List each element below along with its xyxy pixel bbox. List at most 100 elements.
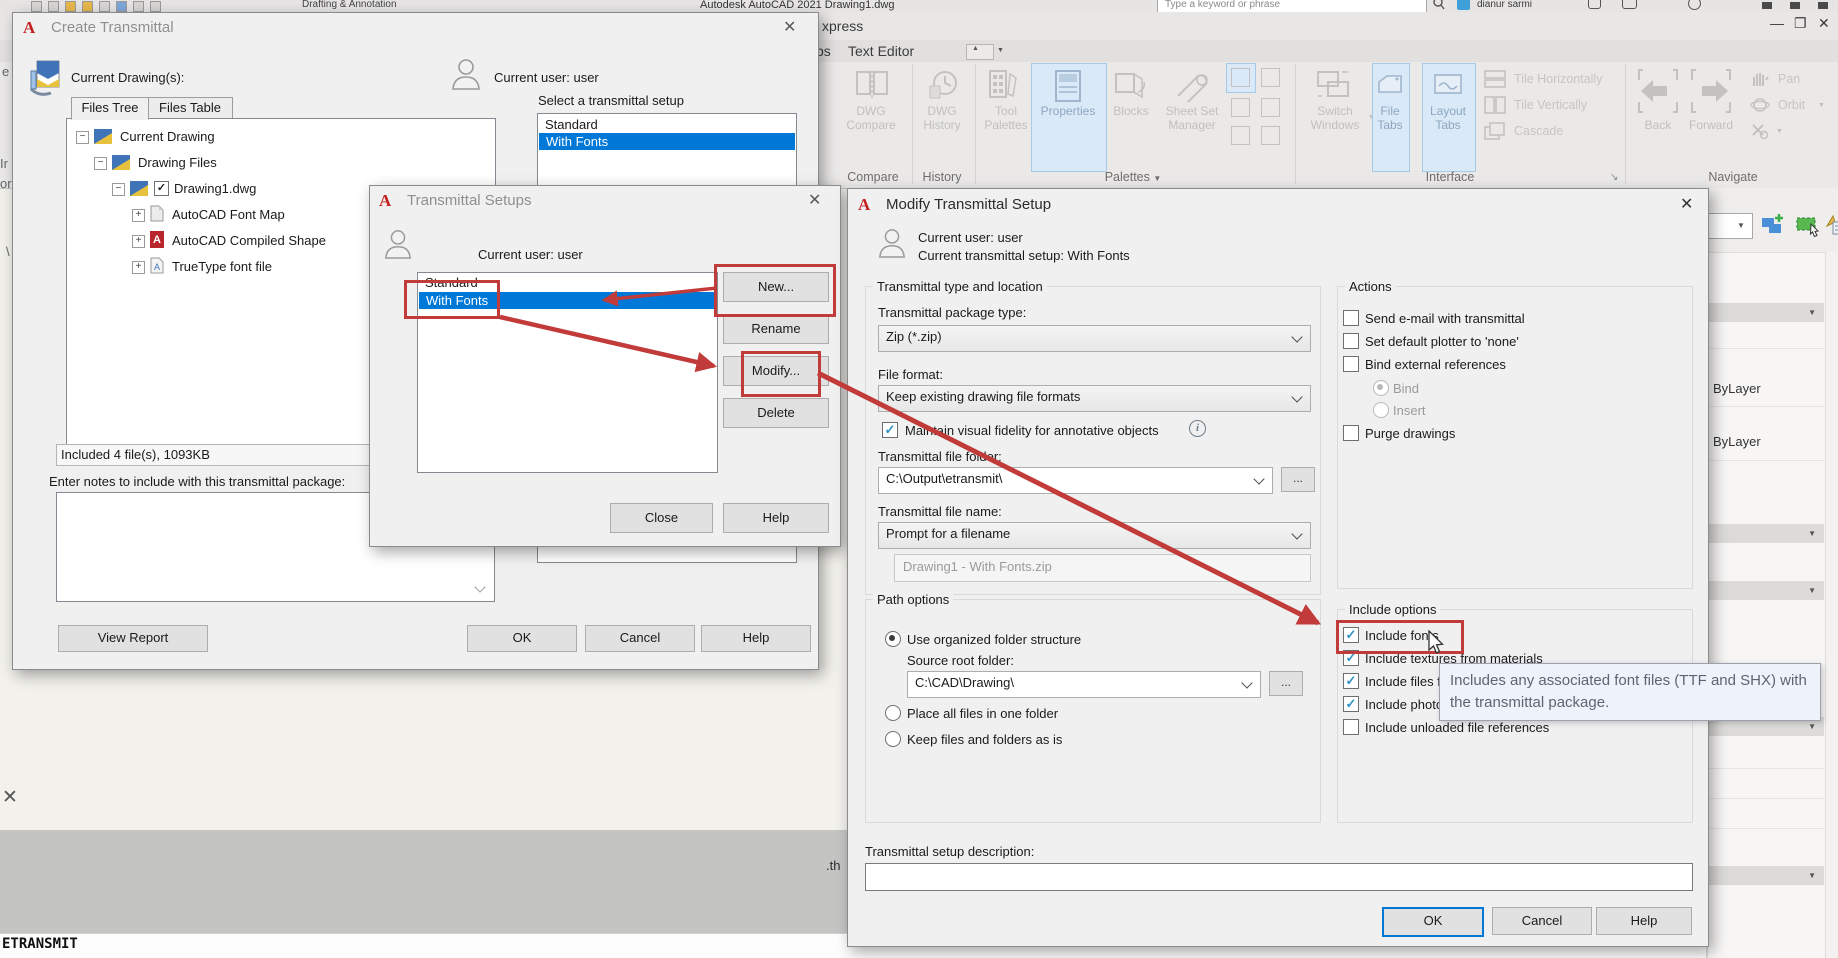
ribbon-small-icon[interactable] [1261,68,1280,87]
qat-icon[interactable] [31,1,42,12]
include-photometric-checkbox[interactable]: ✓ [1343,696,1359,712]
expand-icon[interactable]: + [132,261,145,274]
cart-icon[interactable] [1588,0,1601,9]
browse-source-button[interactable]: ... [1269,671,1303,696]
collapse-icon[interactable]: − [112,183,125,196]
sheet-set-manager-icon[interactable] [1172,68,1210,102]
ok-button[interactable]: OK [1382,907,1484,937]
delete-button[interactable]: Delete [723,398,829,428]
menu-express-partial[interactable]: xpress [822,18,863,34]
zoom-extents-icon[interactable] [1750,122,1770,140]
orbit-button[interactable]: Orbit [1778,98,1805,112]
palette-scrollbar[interactable] [1825,252,1838,958]
insert-radio[interactable] [1373,402,1389,418]
app-restore-icon[interactable] [1790,2,1800,9]
ribbon-minimize-control[interactable] [966,44,994,60]
window-minimize-icon[interactable]: — [1770,15,1784,31]
create-dialog-titlebar[interactable]: A Create Transmittal ✕ [13,13,818,43]
ribbon-minimize-dropdown-icon[interactable]: ▼ [997,47,1004,54]
dwg-history-icon[interactable] [926,68,960,102]
ribbon-small-icon[interactable] [1231,68,1250,87]
ribbon-small-icon[interactable] [1231,126,1250,145]
package-type-combo[interactable]: Zip (*.zip) [878,325,1311,352]
help-button[interactable]: Help [701,625,811,652]
modify-dialog-titlebar[interactable]: A Modify Transmittal Setup ✕ [848,189,1708,219]
palette-section-header[interactable]: ▼ [1708,303,1824,322]
setups-dialog-titlebar[interactable]: A Transmittal Setups ✕ [370,186,840,216]
tab-files-table[interactable]: Files Table [147,97,233,120]
browse-folder-button[interactable]: ... [1281,467,1315,492]
include-datalinks-checkbox[interactable]: ✓ [1343,673,1359,689]
bind-xref-checkbox[interactable] [1343,356,1359,372]
qat-icon[interactable] [48,1,59,12]
file-folder-combo[interactable]: C:\Output\etransmit\ [878,467,1273,494]
send-email-checkbox[interactable] [1343,310,1359,326]
info-icon[interactable]: i [1189,420,1206,437]
setup-list-item-selected[interactable]: With Fonts [539,133,795,150]
forward-icon[interactable] [1690,68,1732,114]
switch-windows-button[interactable]: SwitchWindows [1304,104,1366,132]
description-input[interactable] [865,863,1693,891]
palette-combo[interactable] [1707,213,1753,239]
qat-icon[interactable] [116,1,127,12]
pan-button[interactable]: Pan [1778,72,1800,86]
setup-list-item[interactable]: Standard [538,114,796,133]
panel-launcher-icon[interactable]: ↘ [1610,172,1618,183]
rename-button[interactable]: Rename [723,314,829,344]
qat-icon[interactable] [133,1,144,12]
organized-structure-radio[interactable] [885,631,901,647]
chat-icon[interactable] [1622,0,1637,9]
tab-text-editor[interactable]: Text Editor [848,43,914,59]
search-icon[interactable] [1433,0,1445,11]
palette-value[interactable]: ByLayer [1713,381,1761,396]
select-objects-icon[interactable] [1761,212,1787,238]
include-unloaded-checkbox[interactable] [1343,719,1359,735]
purge-checkbox[interactable] [1343,425,1359,441]
collapse-icon[interactable]: − [94,157,107,170]
panel-label-navigate[interactable]: Navigate [1698,170,1768,184]
window-restore-icon[interactable]: ❐ [1794,15,1807,32]
expand-icon[interactable]: + [132,209,145,222]
palette-value[interactable]: ByLayer [1713,434,1761,449]
select-all-icon[interactable] [1823,212,1838,238]
workspace-dropdown[interactable]: Drafting & Annotation [302,0,397,10]
close-icon[interactable]: ✕ [808,193,821,209]
forward-button[interactable]: Forward [1686,118,1736,132]
source-root-combo[interactable]: C:\CAD\Drawing\ [907,671,1261,698]
blocks-button[interactable]: Blocks [1108,104,1154,118]
tree-checkbox-checked[interactable]: ✓ [154,181,169,196]
panel-label-history[interactable]: History [916,170,968,184]
switch-windows-icon[interactable] [1316,68,1354,102]
quick-select-icon[interactable] [1795,212,1821,238]
panel-label-palettes[interactable]: Palettes ▼ [1095,170,1171,184]
back-button[interactable]: Back [1636,118,1680,132]
tile-vertically-button[interactable]: Tile Vertically [1514,98,1587,112]
panel-label-interface[interactable]: Interface [1415,170,1485,184]
cancel-button[interactable]: Cancel [1492,907,1592,935]
qat-icon[interactable] [82,1,93,12]
file-name-combo[interactable]: Prompt for a filename [878,522,1311,549]
help-icon[interactable] [1688,0,1701,10]
help-button[interactable]: Help [723,503,829,533]
close-button[interactable]: Close [610,503,713,533]
blocks-icon[interactable] [1112,68,1148,102]
default-plotter-checkbox[interactable] [1343,333,1359,349]
palette-section-header[interactable]: ▼ [1708,581,1824,600]
file-format-combo[interactable]: Keep existing drawing file formats [878,385,1311,412]
qat-icon[interactable] [99,1,110,12]
dwg-history-button[interactable]: DWGHistory [912,104,972,132]
dwg-compare-icon[interactable] [855,68,889,102]
ribbon-small-icon[interactable] [1231,98,1250,117]
avatar[interactable] [1457,0,1470,10]
tool-palettes-button[interactable]: ToolPalettes [978,104,1034,132]
palette-section-header[interactable]: ▼ [1708,866,1824,885]
ok-button[interactable]: OK [467,625,577,652]
palette-combo-arrow-icon[interactable]: ▼ [1737,221,1745,230]
app-close-icon[interactable] [1818,2,1828,9]
qat-icon[interactable] [65,1,76,12]
qat-icon[interactable] [150,1,161,12]
tab-files-tree[interactable]: Files Tree [71,97,149,120]
cancel-button[interactable]: Cancel [585,625,695,652]
help-button[interactable]: Help [1596,907,1692,935]
palette-section-header[interactable]: ▼ [1708,524,1824,543]
